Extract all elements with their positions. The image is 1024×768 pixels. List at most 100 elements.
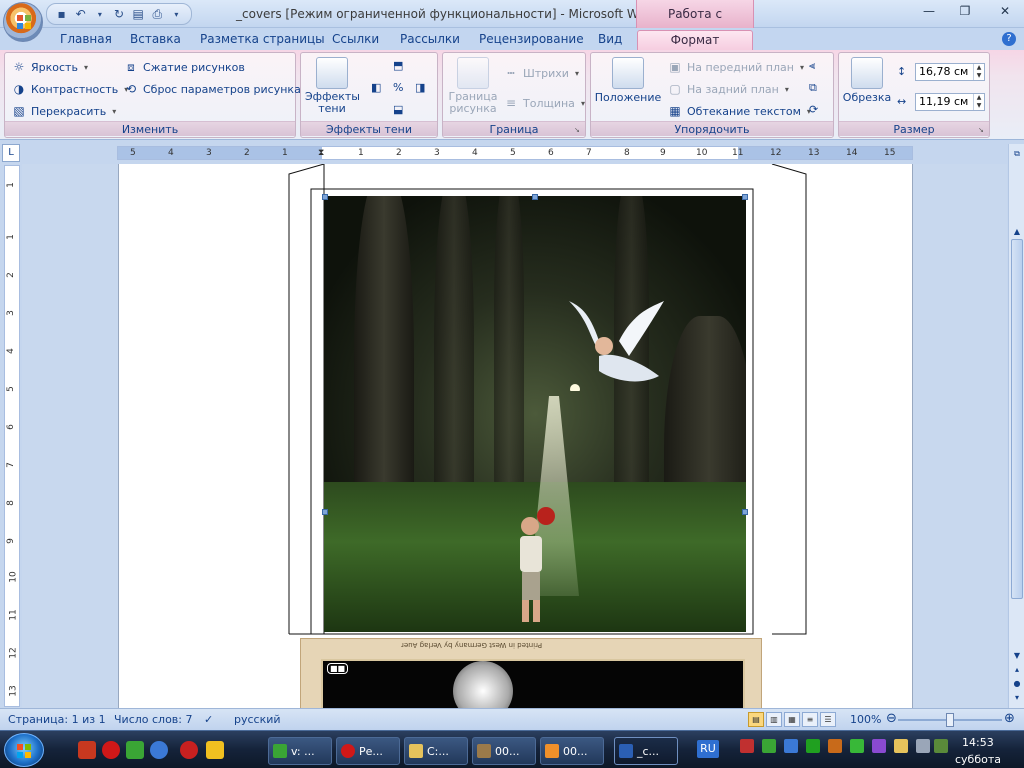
quicklaunch-archive-icon[interactable]	[78, 741, 96, 759]
picture-border-button[interactable]: Граница рисунка	[447, 57, 499, 115]
resize-handle-top-right[interactable]	[742, 194, 748, 200]
task-button-5[interactable]: 00...	[540, 737, 604, 765]
nudge-left-icon[interactable]: ◧	[371, 81, 381, 94]
height-field[interactable]: 16,78 см ▲ ▼	[915, 63, 985, 81]
horizontal-ruler[interactable]: 5 4 3 2 1 ⧗ 1 2 3 4 5 6 7 8 9 10 11 12 1…	[117, 146, 913, 160]
tab-format[interactable]: Формат	[637, 30, 753, 50]
browse-object-icon[interactable]: ●	[1011, 678, 1023, 690]
reset-picture-button[interactable]: ⟲ Сброс параметров рисунка	[123, 81, 301, 97]
height-spinner[interactable]: ▲ ▼	[973, 64, 984, 80]
scroll-down-icon[interactable]: ▼	[1011, 650, 1023, 662]
width-field[interactable]: 11,19 см ▲ ▼	[915, 93, 985, 111]
contrast-button[interactable]: ◑ Контрастность ▾	[11, 81, 128, 97]
office-button[interactable]	[3, 2, 43, 42]
task-button-2[interactable]: Ре...	[336, 737, 400, 765]
save-icon[interactable]: ▪	[53, 5, 70, 23]
task-button-word[interactable]: _c...	[614, 737, 678, 765]
scroll-up-icon[interactable]: ▲	[1011, 226, 1023, 238]
quicklaunch-record-icon[interactable]	[180, 741, 198, 759]
outline-view-icon[interactable]: ≡	[802, 712, 818, 727]
tab-view[interactable]: Вид	[590, 30, 630, 50]
weight-button[interactable]: ≡ Толщина ▾	[503, 95, 585, 111]
dashes-button[interactable]: ┅ Штрихи ▾	[503, 65, 579, 81]
tray-color-icon[interactable]	[872, 739, 886, 753]
first-line-indent-icon[interactable]: ⧗	[318, 147, 324, 159]
width-spinner[interactable]: ▲ ▼	[973, 94, 984, 110]
print-preview-icon[interactable]: ▤	[130, 5, 147, 23]
close-button[interactable]: ✕	[992, 2, 1018, 20]
tray-torrent-icon[interactable]	[762, 739, 776, 753]
clock-time[interactable]: 14:53	[962, 736, 994, 749]
vertical-scrollbar[interactable]: ⧉ ▲ ▼ ▴ ● ▾	[1008, 144, 1024, 708]
tray-tool-icon[interactable]	[828, 739, 842, 753]
task-button-1[interactable]: v: ...	[268, 737, 332, 765]
tab-mailings[interactable]: Рассылки	[392, 30, 468, 50]
task-button-4[interactable]: 00...	[472, 737, 536, 765]
zoom-out-icon[interactable]: ⊖	[886, 711, 897, 726]
document-page[interactable]: Printed in West Germany by Verlag Auer ■…	[118, 164, 913, 708]
spellcheck-icon[interactable]: ✓	[204, 713, 213, 726]
language-indicator[interactable]: русский	[234, 713, 281, 726]
quicklaunch-game-icon[interactable]	[206, 741, 224, 759]
tray-green-icon[interactable]	[850, 739, 864, 753]
language-bar[interactable]: RU	[697, 740, 719, 758]
minimize-button[interactable]: —	[916, 2, 942, 20]
tab-selector-button[interactable]: L	[2, 144, 20, 162]
quicklaunch-media-icon[interactable]	[150, 741, 168, 759]
print-layout-view-icon[interactable]: ▤	[748, 712, 764, 727]
nudge-up-icon[interactable]: ⬒	[393, 59, 403, 72]
start-button[interactable]	[4, 733, 44, 767]
task-button-3[interactable]: C:...	[404, 737, 468, 765]
scrollbar-thumb[interactable]	[1011, 239, 1023, 599]
previous-page-icon[interactable]: ▴	[1011, 664, 1023, 676]
tab-home[interactable]: Главная	[52, 30, 120, 50]
resize-handle-right[interactable]	[742, 509, 748, 515]
page-count[interactable]: Страница: 1 из 1	[8, 713, 106, 726]
tray-volume-icon[interactable]	[916, 739, 930, 753]
tray-folder-icon[interactable]	[894, 739, 908, 753]
tab-page-layout[interactable]: Разметка страницы	[192, 30, 333, 50]
rotate-icon[interactable]: ⟳	[809, 103, 818, 116]
position-button[interactable]: Положение	[595, 57, 661, 104]
resize-handle-top[interactable]	[532, 194, 538, 200]
maximize-button[interactable]: ❐	[952, 2, 978, 20]
size-dialog-launcher-icon[interactable]: ↘	[978, 126, 986, 134]
draft-view-icon[interactable]: ☰	[820, 712, 836, 727]
second-picture[interactable]: Printed in West Germany by Verlag Auer ■…	[300, 638, 762, 708]
document-area[interactable]: Printed in West Germany by Verlag Auer ■…	[22, 164, 1007, 708]
print-icon[interactable]: ⎙	[149, 5, 166, 23]
align-icon[interactable]: ⫷	[809, 59, 815, 73]
bring-to-front-button[interactable]: ▣ На передний план ▾	[667, 59, 804, 75]
group-objects-icon[interactable]: ⧉	[809, 81, 817, 95]
forest-angel-picture[interactable]	[324, 196, 746, 632]
resize-handle-left[interactable]	[322, 509, 328, 515]
full-screen-reading-icon[interactable]: ▥	[766, 712, 782, 727]
web-layout-icon[interactable]: ▦	[784, 712, 800, 727]
next-page-icon[interactable]: ▾	[1011, 692, 1023, 704]
nudge-down-icon[interactable]: ⬓	[393, 103, 403, 116]
tray-net-icon[interactable]	[740, 739, 754, 753]
tray-meter-icon[interactable]	[806, 739, 820, 753]
tab-insert[interactable]: Вставка	[122, 30, 189, 50]
text-wrapping-button[interactable]: ▦ Обтекание текстом ▾	[667, 103, 811, 119]
zoom-level[interactable]: 100%	[850, 713, 881, 726]
resize-handle-top-left[interactable]	[322, 194, 328, 200]
ruler-toggle-icon[interactable]: ⧉	[1011, 148, 1023, 160]
undo-dropdown-icon[interactable]: ▾	[91, 5, 108, 23]
quicklaunch-torrent-icon[interactable]	[126, 741, 144, 759]
zoom-in-icon[interactable]: ⊕	[1004, 711, 1015, 726]
tab-review[interactable]: Рецензирование	[471, 30, 592, 50]
send-to-back-button[interactable]: ▢ На задний план ▾	[667, 81, 789, 97]
zoom-slider-thumb[interactable]	[946, 713, 954, 727]
clock-day[interactable]: суббота	[955, 753, 1001, 766]
quicklaunch-opera-icon[interactable]	[102, 741, 120, 759]
word-count[interactable]: Число слов: 7	[114, 713, 193, 726]
nudge-right-icon[interactable]: ◨	[415, 81, 425, 94]
shadow-effects-button[interactable]: Эффекты тени	[305, 57, 360, 115]
tray-safe-remove-icon[interactable]	[934, 739, 948, 753]
compress-pictures-button[interactable]: ⧈ Сжатие рисунков	[123, 59, 245, 75]
brightness-button[interactable]: ☼ Яркость ▾	[11, 59, 88, 75]
vertical-ruler[interactable]: 1 1 2 3 4 5 6 7 8 9 10 11 12 13	[4, 165, 20, 707]
tray-display-icon[interactable]	[784, 739, 798, 753]
shadow-toggle-icon[interactable]: %	[393, 81, 403, 94]
